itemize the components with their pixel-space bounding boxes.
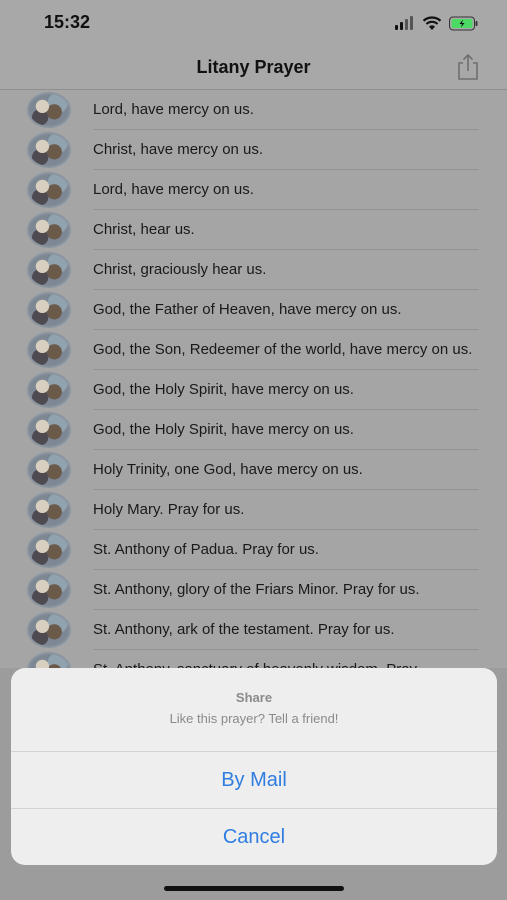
avatar <box>27 412 71 448</box>
prayer-text: St. Anthony, glory of the Friars Minor. … <box>93 570 479 610</box>
avatar <box>27 172 71 208</box>
cancel-button[interactable]: Cancel <box>11 809 497 865</box>
avatar <box>27 532 71 568</box>
share-icon[interactable] <box>455 53 481 81</box>
list-item[interactable]: Holy Mary. Pray for us. <box>0 490 507 530</box>
list-item[interactable]: Lord, have mercy on us. <box>0 170 507 210</box>
battery-icon <box>449 16 478 30</box>
action-sheet-message: Like this prayer? Tell a friend! <box>169 711 339 726</box>
avatar <box>27 212 71 248</box>
action-sheet-title: Share <box>235 690 273 705</box>
list-item[interactable]: St. Anthony, ark of the testament. Pray … <box>0 610 507 650</box>
prayer-list: Lord, have mercy on us. Christ, have merc… <box>0 90 507 690</box>
wifi-icon <box>422 15 442 30</box>
prayer-text: Christ, graciously hear us. <box>93 250 479 290</box>
avatar <box>27 492 71 528</box>
home-indicator <box>164 886 344 891</box>
list-item[interactable]: God, the Son, Redeemer of the world, hav… <box>0 330 507 370</box>
signal-icon <box>395 16 413 30</box>
list-item[interactable]: God, the Holy Spirit, have mercy on us. <box>0 370 507 410</box>
page-title: Litany Prayer <box>196 57 311 77</box>
prayer-text: God, the Son, Redeemer of the world, hav… <box>93 330 479 370</box>
status-bar: 15:32 <box>0 0 507 46</box>
status-time: 15:32 <box>44 12 91 32</box>
avatar <box>27 132 71 168</box>
list-item[interactable]: God, the Father of Heaven, have mercy on… <box>0 290 507 330</box>
list-item[interactable]: St. Anthony of Padua. Pray for us. <box>0 530 507 570</box>
avatar <box>27 292 71 328</box>
prayer-text: Christ, have mercy on us. <box>93 130 479 170</box>
prayer-text: God, the Holy Spirit, have mercy on us. <box>93 370 479 410</box>
prayer-text: God, the Holy Spirit, have mercy on us. <box>93 410 479 450</box>
avatar <box>27 612 71 648</box>
prayer-text: Lord, have mercy on us. <box>93 90 479 130</box>
list-item[interactable]: Christ, hear us. <box>0 210 507 250</box>
list-item[interactable]: St. Anthony, glory of the Friars Minor. … <box>0 570 507 610</box>
navigation-bar: Litany Prayer <box>0 46 507 90</box>
avatar <box>27 452 71 488</box>
list-item[interactable]: Christ, graciously hear us. <box>0 250 507 290</box>
prayer-text: Holy Trinity, one God, have mercy on us. <box>93 450 479 490</box>
list-item[interactable]: Holy Trinity, one God, have mercy on us. <box>0 450 507 490</box>
by-mail-button[interactable]: By Mail <box>11 752 497 808</box>
avatar <box>27 252 71 288</box>
prayer-text: St. Anthony, ark of the testament. Pray … <box>93 610 479 650</box>
prayer-text: Holy Mary. Pray for us. <box>93 490 479 530</box>
list-item[interactable]: God, the Holy Spirit, have mercy on us. <box>0 410 507 450</box>
avatar <box>27 332 71 368</box>
list-item[interactable]: Lord, have mercy on us. <box>0 90 507 130</box>
status-icons <box>395 14 479 32</box>
list-item[interactable]: Christ, have mercy on us. <box>0 130 507 170</box>
prayer-text: Lord, have mercy on us. <box>93 170 479 210</box>
avatar <box>27 572 71 608</box>
share-action-sheet: Share Like this prayer? Tell a friend! B… <box>11 668 497 865</box>
prayer-text: God, the Father of Heaven, have mercy on… <box>93 290 479 330</box>
avatar <box>27 372 71 408</box>
avatar <box>27 92 71 128</box>
prayer-text: St. Anthony of Padua. Pray for us. <box>93 530 479 570</box>
prayer-text: Christ, hear us. <box>93 210 479 250</box>
